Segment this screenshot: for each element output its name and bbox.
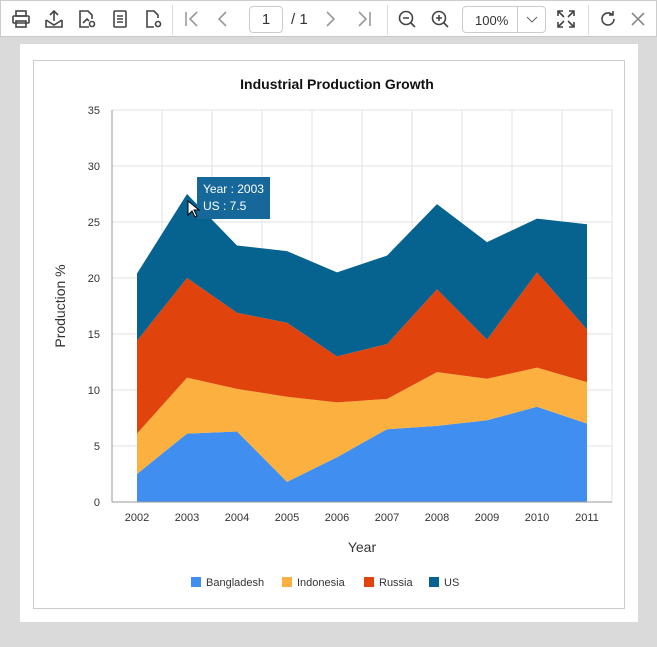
x-tick-label: 2002 (125, 512, 149, 524)
legend-label: Indonesia (297, 577, 346, 589)
x-tick-label: 2007 (375, 512, 399, 524)
x-tick-label: 2006 (325, 512, 349, 524)
chart-title: Industrial Production Growth (240, 76, 434, 92)
tooltip-year: Year : 2003 (203, 182, 264, 196)
x-tick-label: 2010 (525, 512, 549, 524)
x-tick-label: 2003 (175, 512, 199, 524)
tooltip: Year : 2003 US : 7.5 (197, 177, 270, 219)
x-tick-label: 2011 (575, 512, 599, 524)
tooltip-value: US : 7.5 (203, 199, 247, 213)
y-tick-label: 30 (88, 161, 100, 173)
legend-swatch (191, 577, 201, 587)
x-tick-label: 2009 (475, 512, 499, 524)
y-tick-label: 20 (88, 273, 100, 285)
legend-swatch (429, 577, 439, 587)
y-tick-label: 5 (94, 441, 100, 453)
cursor-icon (187, 200, 201, 218)
chart: 0 5 10 15 20 25 30 35 2002 2003 2004 2005 2006 2007 20… (52, 76, 613, 589)
x-tick-label: 2008 (425, 512, 449, 524)
x-tick-label: 2005 (275, 512, 299, 524)
legend-label: US (444, 577, 459, 589)
legend-label: Russia (379, 577, 414, 589)
y-tick-label: 0 (94, 497, 100, 509)
y-tick-label: 35 (88, 105, 100, 117)
legend-label: Bangladesh (206, 577, 264, 589)
y-tick-label: 25 (88, 217, 100, 229)
legend-swatch (364, 577, 374, 587)
y-axis-title: Production % (52, 264, 68, 347)
x-tick-label: 2004 (225, 512, 249, 524)
y-tick-label: 10 (88, 385, 100, 397)
x-axis-title: Year (348, 539, 377, 555)
y-tick-label: 15 (88, 329, 100, 341)
legend-swatch (282, 577, 292, 587)
